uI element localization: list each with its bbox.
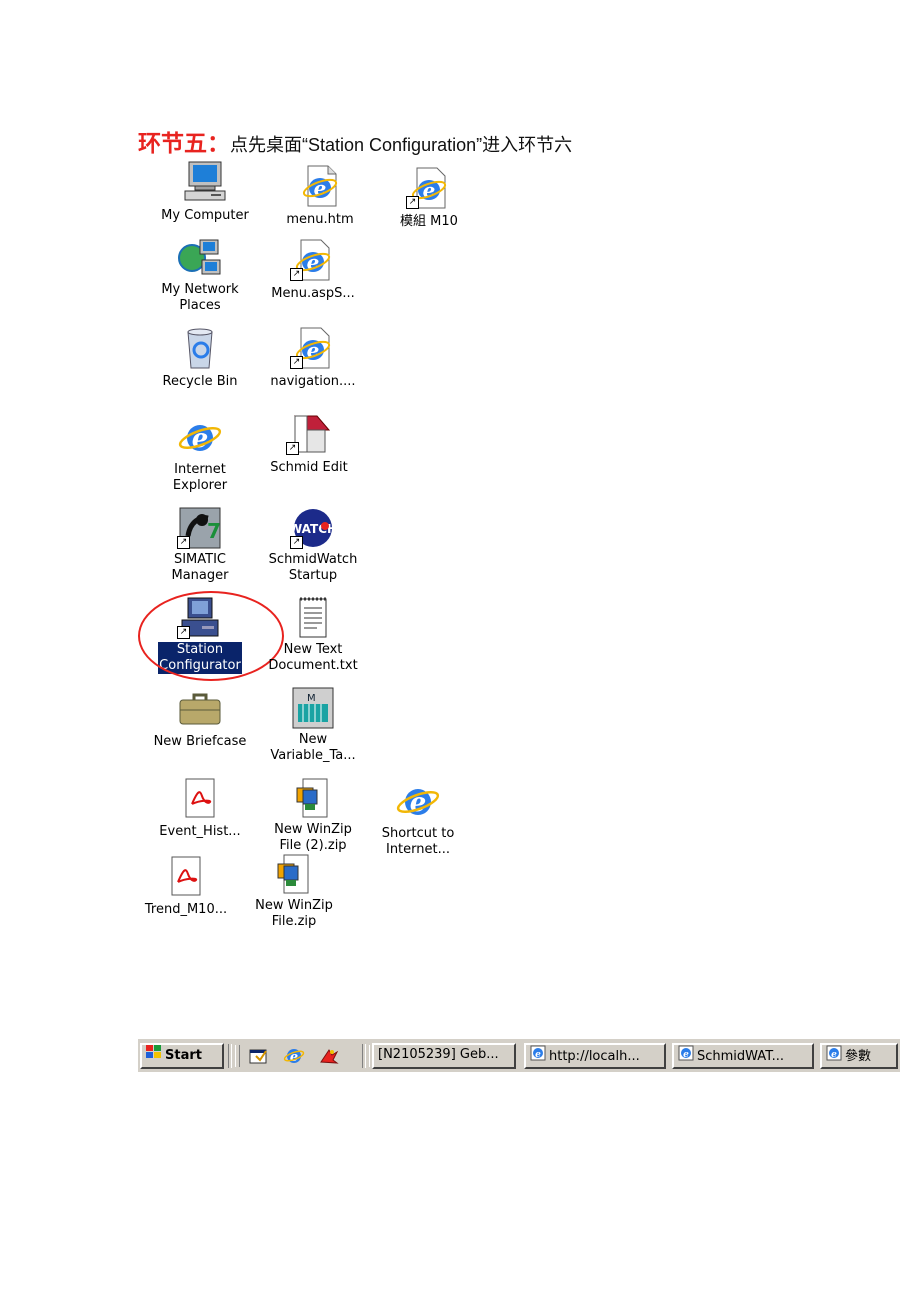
shortcut-arrow-icon: ↗ — [290, 268, 303, 281]
task-label: 參數 — [845, 1049, 872, 1064]
ie-document-icon: e — [296, 164, 344, 208]
desktop-icon-simatic-manager[interactable]: 7 ↗ SIMATIC Manager — [145, 506, 255, 584]
launch-icon[interactable] — [318, 1046, 340, 1066]
pdf-icon — [176, 776, 224, 820]
desktop-icon-module-m10[interactable]: e ↗ 模組 M10 — [374, 166, 484, 230]
windows-logo-icon — [146, 1045, 162, 1066]
taskbar-separator — [362, 1044, 366, 1068]
icon-label: Schmid Edit — [270, 460, 348, 475]
shortcut-arrow-icon: ↗ — [177, 626, 190, 639]
simatic-manager-icon: 7 ↗ — [176, 506, 224, 550]
ie-page-icon: e — [826, 1045, 842, 1067]
pdf-icon — [162, 854, 210, 898]
quick-launch-grip[interactable] — [235, 1045, 240, 1067]
taskbar-task-button[interactable]: e http://localh... — [524, 1043, 666, 1069]
icon-label: navigation.... — [270, 374, 356, 389]
desktop-icon-new-text-document[interactable]: New Text Document.txt — [258, 596, 368, 674]
task-label: [N2105239] Geb... — [378, 1047, 499, 1062]
desktop-icon-menu-htm[interactable]: e menu.htm — [265, 164, 375, 228]
icon-label: Menu.aspS... — [271, 286, 355, 301]
desktop-icon-navigation[interactable]: e ↗ navigation.... — [258, 326, 368, 390]
desktop-icon-my-network-places[interactable]: My Network Places — [145, 236, 255, 314]
ie-shortcut-icon: e ↗ — [405, 166, 453, 210]
shortcut-arrow-icon: ↗ — [290, 536, 303, 549]
icon-label: Recycle Bin — [162, 374, 238, 389]
task-label: http://localh... — [549, 1049, 640, 1064]
svg-text:e: e — [683, 1050, 689, 1060]
ie-shortcut-icon: e ↗ — [289, 238, 337, 282]
icon-label: Internet Explorer — [172, 462, 228, 493]
show-desktop-icon[interactable] — [248, 1046, 270, 1066]
desktop-icon-schmidwatch-startup[interactable]: WATCH ↗ SchmidWatch Startup — [258, 506, 368, 584]
instruction-text: 点先桌面“Station Configuration”进入环节六 — [230, 135, 573, 155]
desktop-icon-shortcut-to-internet[interactable]: e Shortcut to Internet... — [363, 780, 473, 858]
icon-label: My Network Places — [161, 282, 239, 313]
my-computer-icon — [181, 160, 229, 204]
icon-label: 模組 M10 — [400, 214, 458, 229]
winzip-icon — [270, 852, 318, 896]
text-document-icon — [289, 596, 337, 640]
desktop-icon-new-briefcase[interactable]: New Briefcase — [145, 686, 255, 750]
desktop-icon-new-winzip-2[interactable]: New WinZip File (2).zip — [258, 776, 368, 854]
icon-label: Event_Hist... — [159, 824, 241, 839]
icon-label: New WinZip File.zip — [255, 898, 333, 929]
icon-label: menu.htm — [286, 212, 354, 227]
briefcase-icon — [176, 686, 224, 730]
svg-text:7: 7 — [207, 519, 221, 543]
desktop-icon-recycle-bin[interactable]: Recycle Bin — [145, 326, 255, 390]
taskbar-task-button[interactable]: e 參數 — [820, 1043, 898, 1069]
step-label: 环节五： — [138, 131, 230, 157]
start-label: Start — [165, 1048, 202, 1063]
svg-text:WATCH: WATCH — [289, 522, 337, 536]
desktop-icon-my-computer[interactable]: My Computer — [150, 160, 260, 224]
ie-page-icon: e — [530, 1045, 546, 1067]
icon-label: New Briefcase — [153, 734, 247, 749]
svg-text:M: M — [307, 693, 316, 704]
taskbar: Start e [N2105239] Geb... e http://localh… — [138, 1038, 900, 1072]
variable-table-icon: M — [289, 686, 337, 730]
desktop-icon-schmid-edit[interactable]: ↗ Schmid Edit — [254, 412, 364, 476]
desktop-icon-station-configurator[interactable]: ↗ Station Configurator — [145, 596, 255, 674]
desktop-icon-new-winzip[interactable]: New WinZip File.zip — [239, 852, 349, 930]
start-button[interactable]: Start — [140, 1043, 224, 1069]
schmid-edit-icon: ↗ — [285, 412, 333, 456]
task-label: SchmidWAT... — [697, 1049, 784, 1064]
desktop-icon-menu-asp[interactable]: e ↗ Menu.aspS... — [258, 238, 368, 302]
svg-text:e: e — [535, 1050, 541, 1060]
ie-page-icon: e — [678, 1045, 694, 1067]
icon-label: Shortcut to Internet... — [381, 826, 455, 857]
shortcut-arrow-icon: ↗ — [177, 536, 190, 549]
icon-label: SIMATIC Manager — [171, 552, 229, 583]
icon-label: New WinZip File (2).zip — [274, 822, 352, 853]
icon-label: Station Configurator — [158, 642, 242, 674]
recycle-bin-icon — [176, 326, 224, 370]
shortcut-arrow-icon: ↗ — [286, 442, 299, 455]
icon-label: New Variable_Ta... — [270, 732, 356, 763]
taskbar-separator — [228, 1044, 232, 1068]
desktop-icon-trend-m10[interactable]: Trend_M10... — [131, 854, 241, 918]
station-configurator-icon: ↗ — [176, 596, 224, 640]
icon-label: Trend_M10... — [144, 902, 228, 917]
winzip-icon — [289, 776, 337, 820]
shortcut-arrow-icon: ↗ — [290, 356, 303, 369]
schmidwatch-icon: WATCH ↗ — [289, 506, 337, 550]
taskbar-task-button[interactable]: e SchmidWAT... — [672, 1043, 814, 1069]
svg-text:e: e — [831, 1050, 837, 1060]
instruction-heading: 环节五：点先桌面“Station Configuration”进入环节六 — [138, 124, 573, 157]
network-places-icon — [176, 236, 224, 280]
desktop-icon-new-variable-table[interactable]: M New Variable_Ta... — [258, 686, 368, 764]
icon-label: New Text Document.txt — [268, 642, 358, 673]
icon-label: My Computer — [161, 208, 249, 223]
internet-explorer-icon: e — [394, 780, 442, 824]
internet-explorer-icon: e — [176, 416, 224, 460]
shortcut-arrow-icon: ↗ — [406, 196, 419, 209]
internet-explorer-icon[interactable]: e — [283, 1046, 305, 1066]
desktop-icon-event-hist[interactable]: Event_Hist... — [145, 776, 255, 840]
taskbar-task-button[interactable]: [N2105239] Geb... — [372, 1043, 516, 1069]
desktop-icon-internet-explorer[interactable]: e Internet Explorer — [145, 416, 255, 494]
icon-label: SchmidWatch Startup — [268, 552, 358, 583]
ie-shortcut-icon: e ↗ — [289, 326, 337, 370]
